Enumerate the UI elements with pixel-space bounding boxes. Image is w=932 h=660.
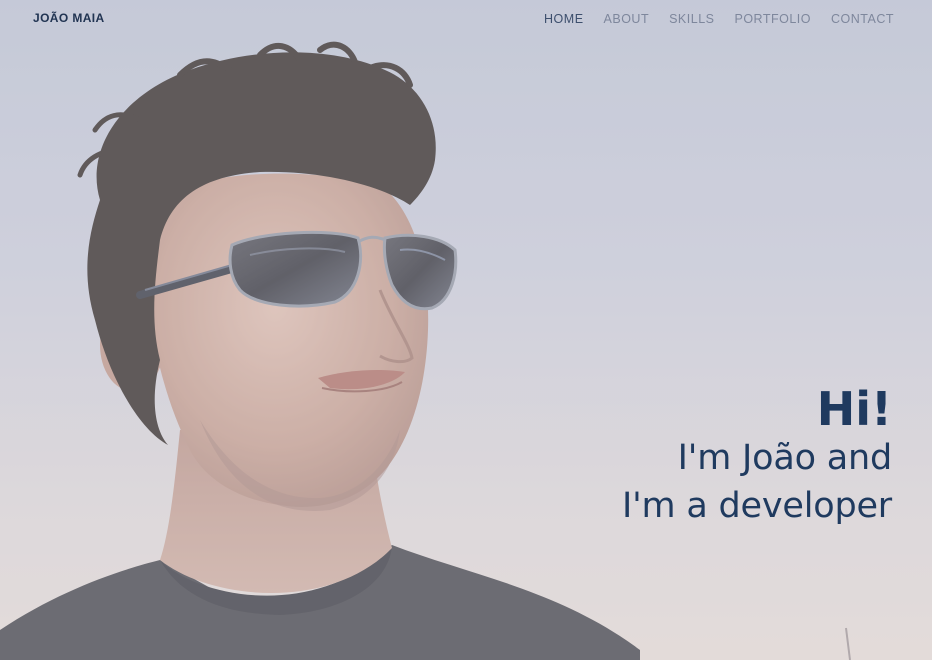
hero-intro-line-2: I'm a developer (621, 486, 892, 526)
nav-link-home[interactable]: HOME (544, 12, 584, 26)
nav-link-skills[interactable]: SKILLS (669, 12, 714, 26)
nav-link-contact[interactable]: CONTACT (831, 12, 894, 26)
nav-item-home: HOME (544, 10, 584, 28)
hero-intro-line-1: I'm João and (677, 438, 893, 478)
nav-item-about: ABOUT (604, 10, 650, 28)
sunglasses-left-lens (228, 230, 363, 308)
hero-intro: Hi! I'm João and I'm a developer (622, 384, 892, 530)
nav-item-skills: SKILLS (669, 10, 714, 28)
nav-item-portfolio: PORTFOLIO (734, 10, 811, 28)
nav-link-about[interactable]: ABOUT (604, 12, 650, 26)
nav-item-contact: CONTACT (831, 10, 894, 28)
hero-greeting: Hi! (816, 382, 892, 436)
brand-logo-link[interactable]: JOÃO MAIA (33, 11, 105, 25)
nav-menu: HOME ABOUT SKILLS PORTFOLIO CONTACT (544, 10, 894, 28)
hero-section: JOÃO MAIA HOME ABOUT SKILLS PORTFOLIO CO… (0, 0, 932, 660)
portrait-photo (0, 41, 851, 660)
top-navbar: JOÃO MAIA HOME ABOUT SKILLS PORTFOLIO CO… (0, 0, 932, 36)
nav-link-portfolio[interactable]: PORTFOLIO (734, 12, 811, 26)
